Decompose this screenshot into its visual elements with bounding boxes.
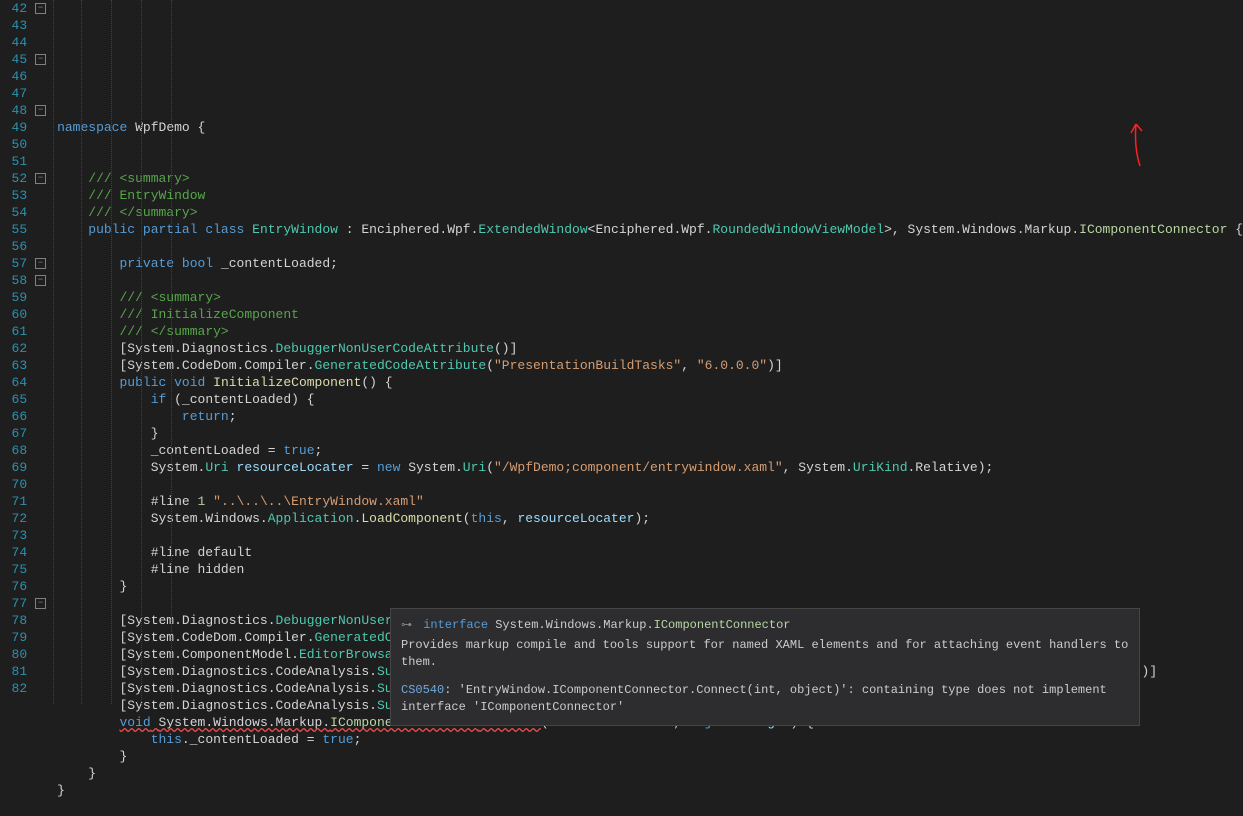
line-number: 56 — [0, 238, 27, 255]
tooltip-description: Provides markup compile and tools suppor… — [401, 637, 1129, 672]
line-number: 51 — [0, 153, 27, 170]
line-number: 60 — [0, 306, 27, 323]
line-number: 43 — [0, 17, 27, 34]
code-line[interactable] — [57, 799, 1243, 816]
line-number: 68 — [0, 442, 27, 459]
line-number: 78 — [0, 612, 27, 629]
line-number: 82 — [0, 680, 27, 697]
code-line[interactable]: System.Windows.Application.LoadComponent… — [57, 510, 1243, 527]
line-number-gutter: 4243444546474849505152535455565758596061… — [0, 0, 33, 704]
code-line[interactable]: private bool _contentLoaded; — [57, 255, 1243, 272]
line-number: 77 — [0, 595, 27, 612]
line-number: 70 — [0, 476, 27, 493]
line-number: 80 — [0, 646, 27, 663]
line-number: 58 — [0, 272, 27, 289]
line-number: 53 — [0, 187, 27, 204]
code-line[interactable]: _contentLoaded = true; — [57, 442, 1243, 459]
line-number: 71 — [0, 493, 27, 510]
line-number: 59 — [0, 289, 27, 306]
code-line[interactable]: } — [57, 425, 1243, 442]
code-line[interactable] — [57, 136, 1243, 153]
code-line[interactable]: public partial class EntryWindow : Encip… — [57, 221, 1243, 238]
line-number: 72 — [0, 510, 27, 527]
code-line[interactable]: #line default — [57, 544, 1243, 561]
code-line[interactable] — [57, 527, 1243, 544]
intellisense-tooltip: ⊶ interface System.Windows.Markup.ICompo… — [390, 608, 1140, 726]
line-number: 52 — [0, 170, 27, 187]
code-line[interactable] — [57, 272, 1243, 289]
code-line[interactable]: this._contentLoaded = true; — [57, 731, 1243, 748]
line-number: 49 — [0, 119, 27, 136]
code-line[interactable]: System.Uri resourceLocater = new System.… — [57, 459, 1243, 476]
line-number: 47 — [0, 85, 27, 102]
code-line[interactable]: } — [57, 578, 1243, 595]
code-line[interactable]: /// InitializeComponent — [57, 306, 1243, 323]
line-number: 46 — [0, 68, 27, 85]
fold-toggle[interactable] — [35, 105, 46, 116]
code-line[interactable]: [System.CodeDom.Compiler.GeneratedCodeAt… — [57, 357, 1243, 374]
code-line[interactable]: return; — [57, 408, 1243, 425]
line-number: 57 — [0, 255, 27, 272]
code-line[interactable]: #line hidden — [57, 561, 1243, 578]
line-number: 42 — [0, 0, 27, 17]
line-number: 45 — [0, 51, 27, 68]
line-number: 50 — [0, 136, 27, 153]
code-line[interactable] — [57, 153, 1243, 170]
code-line[interactable]: /// </summary> — [57, 204, 1243, 221]
code-line[interactable]: if (_contentLoaded) { — [57, 391, 1243, 408]
fold-column[interactable] — [33, 0, 49, 704]
line-number: 55 — [0, 221, 27, 238]
line-number: 64 — [0, 374, 27, 391]
fold-toggle[interactable] — [35, 54, 46, 65]
code-line[interactable]: /// </summary> — [57, 323, 1243, 340]
line-number: 65 — [0, 391, 27, 408]
tooltip-signature: ⊶ interface System.Windows.Markup.ICompo… — [401, 617, 1129, 635]
code-line[interactable]: } — [57, 782, 1243, 799]
line-number: 62 — [0, 340, 27, 357]
code-editor[interactable]: 4243444546474849505152535455565758596061… — [0, 0, 1243, 704]
code-line[interactable]: /// EntryWindow — [57, 187, 1243, 204]
code-line[interactable] — [57, 476, 1243, 493]
code-line[interactable]: namespace WpfDemo { — [57, 119, 1243, 136]
line-number: 81 — [0, 663, 27, 680]
code-area[interactable]: namespace WpfDemo { /// <summary> /// En… — [49, 0, 1243, 704]
fold-toggle[interactable] — [35, 275, 46, 286]
code-line[interactable]: } — [57, 765, 1243, 782]
line-number: 54 — [0, 204, 27, 221]
code-line[interactable]: #line 1 "..\..\..\EntryWindow.xaml" — [57, 493, 1243, 510]
line-number: 69 — [0, 459, 27, 476]
chain-icon: ⊶ — [401, 620, 412, 632]
code-line[interactable]: } — [57, 748, 1243, 765]
line-number: 66 — [0, 408, 27, 425]
line-number: 63 — [0, 357, 27, 374]
line-number: 67 — [0, 425, 27, 442]
line-number: 76 — [0, 578, 27, 595]
code-line[interactable] — [57, 238, 1243, 255]
tooltip-error: CS0540: 'EntryWindow.IComponentConnector… — [401, 682, 1129, 717]
code-line[interactable]: [System.Diagnostics.DebuggerNonUserCodeA… — [57, 340, 1243, 357]
line-number: 75 — [0, 561, 27, 578]
line-number: 48 — [0, 102, 27, 119]
line-number: 61 — [0, 323, 27, 340]
line-number: 73 — [0, 527, 27, 544]
line-number: 79 — [0, 629, 27, 646]
code-line[interactable]: /// <summary> — [57, 289, 1243, 306]
code-line[interactable]: public void InitializeComponent() { — [57, 374, 1243, 391]
line-number: 74 — [0, 544, 27, 561]
fold-toggle[interactable] — [35, 173, 46, 184]
fold-toggle[interactable] — [35, 3, 46, 14]
code-line[interactable]: /// <summary> — [57, 170, 1243, 187]
line-number: 44 — [0, 34, 27, 51]
fold-toggle[interactable] — [35, 258, 46, 269]
fold-toggle[interactable] — [35, 598, 46, 609]
